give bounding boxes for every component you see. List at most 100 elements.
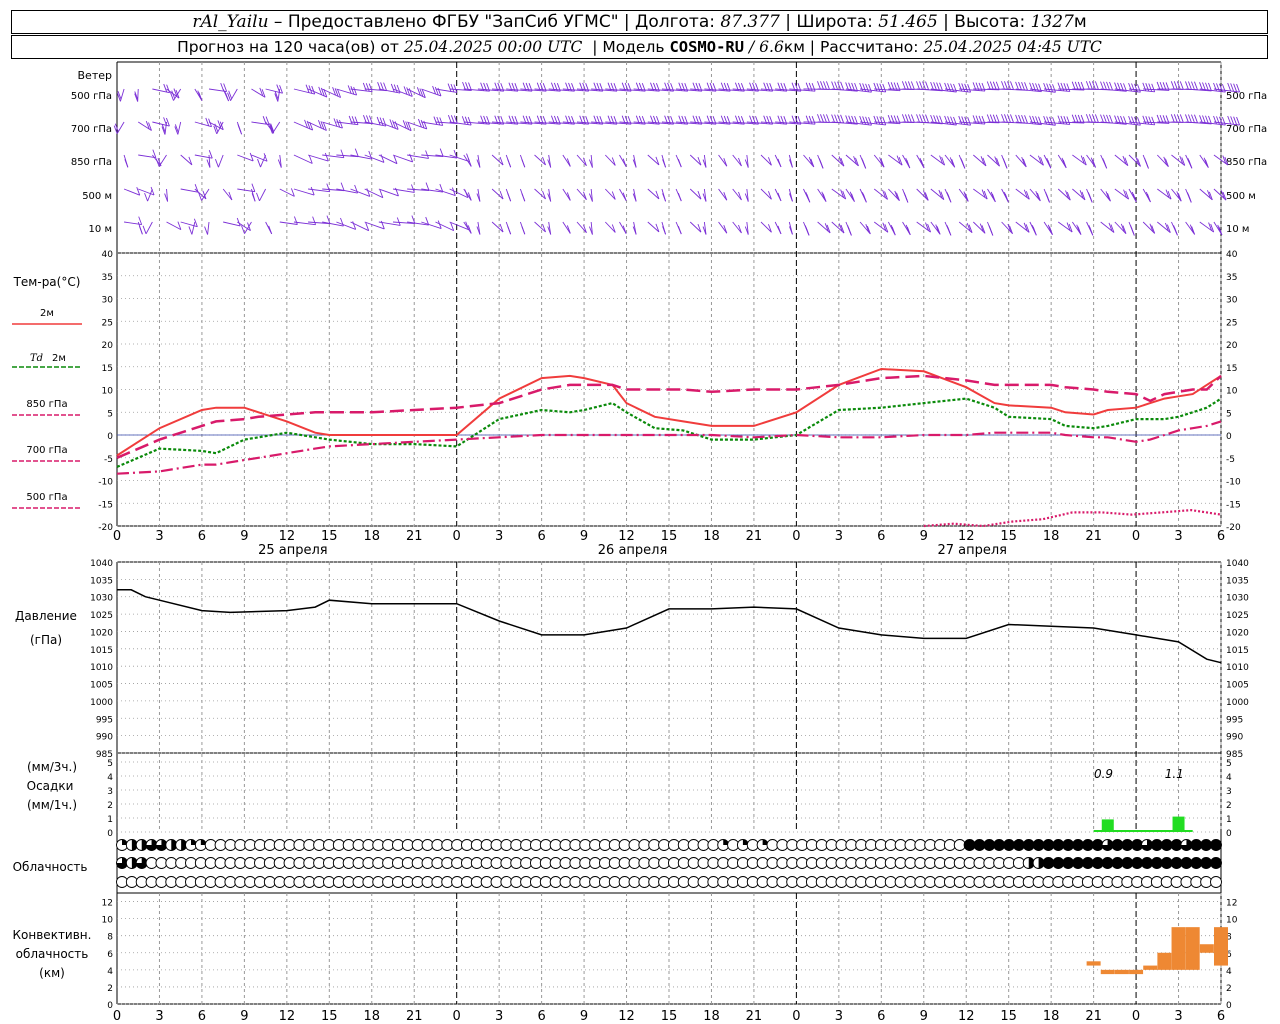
cloud-cover-icon (470, 857, 483, 869)
pressure-y-tick: 995 (96, 715, 113, 725)
cloud-cover-icon (313, 876, 326, 888)
wind-barb-feather (1052, 117, 1056, 126)
cloud-cover-icon (776, 876, 789, 888)
cloud-cover-icon (815, 857, 828, 869)
cloud-cover-icon (480, 857, 493, 869)
wind-barb-shaft (718, 154, 728, 167)
precip-y-tick: 5 (1226, 759, 1232, 769)
cloud-cover-icon (451, 857, 464, 869)
cloud-cover-icon (796, 876, 809, 888)
wind-barb-feather (1001, 81, 1005, 90)
cloud-cover-icon (963, 876, 976, 888)
wind-barb-feather (879, 83, 884, 92)
cloud-cover-icon (332, 839, 345, 851)
cloud-cover-icon (658, 857, 671, 869)
temp-y-tick: 10 (1226, 387, 1238, 397)
wind-barb-feather (868, 117, 872, 126)
wind-barb-shaft (230, 88, 238, 101)
temp-y-tick: 20 (102, 341, 114, 351)
wind-barb-feather (876, 83, 881, 92)
cloud-cover-icon (480, 839, 493, 851)
wind-barb-shaft (194, 121, 212, 128)
wind-barb-feather (1213, 82, 1217, 92)
cloud-cover-icon (372, 876, 385, 888)
x-tick-label: 0 (113, 529, 121, 544)
cloud-cover-icon (224, 857, 237, 869)
x-tick-label: 6 (537, 529, 545, 544)
cloud-cover-icon (490, 876, 503, 888)
wind-barb-feather (1179, 114, 1184, 123)
wind-barb-feather (901, 81, 906, 90)
wind-barb-feather (861, 158, 866, 167)
wind-barb-feather (916, 114, 920, 123)
cloud-cover-icon (214, 876, 227, 888)
wind-barb-feather (1066, 83, 1071, 92)
wind-barb-feather (840, 81, 845, 90)
x-tick-label: 12 (958, 529, 975, 544)
wind-barb-feather (354, 148, 359, 157)
wind-barb-feather (1004, 114, 1008, 123)
cloud-cover-icon (874, 857, 887, 869)
cloud-cover-icon (116, 876, 128, 888)
wind-barb-feather (1046, 83, 1051, 92)
wind-barb-feather (1216, 83, 1220, 92)
wind-barb-feather (144, 192, 149, 202)
cloud-cover-icon (835, 857, 848, 869)
x-tick-label: 6 (1217, 529, 1225, 544)
x-tick-label: 3 (835, 529, 843, 544)
wind-barb-feather (1007, 114, 1011, 123)
cloud-cover-icon (421, 876, 434, 888)
wind-barb-feather (777, 158, 782, 168)
temp-y-tick: -15 (98, 500, 113, 510)
wind-barb-feather (925, 81, 929, 90)
cloud-cover-icon (1013, 839, 1025, 851)
x-tick-label: 6 (1217, 1009, 1225, 1024)
wind-barb-feather (1088, 225, 1093, 234)
x-tick-label: 12 (618, 1009, 635, 1024)
cloud-cover-icon (431, 857, 444, 869)
wind-barb-feather (1085, 81, 1090, 90)
cloud-cover-icon (914, 876, 927, 888)
wind-barb-feather (142, 225, 147, 234)
conv-y-tick: 8 (107, 933, 113, 943)
wind-barb-feather (910, 114, 915, 123)
wind-barb-feather (873, 82, 878, 92)
wind-barb-shaft (191, 221, 196, 235)
wind-level-label: 850 гПа (71, 157, 112, 168)
cloud-cover-icon (786, 876, 799, 888)
cloud-cover-icon (313, 857, 326, 869)
cloud-cover-icon (1092, 839, 1104, 851)
pressure-y-tick: 1025 (1226, 611, 1249, 621)
meteogram: 0033669912121515181821210033669912121515… (12, 61, 1267, 1024)
wind-barb-feather (1109, 81, 1113, 91)
wind-barb-feather (1063, 116, 1068, 125)
cloud-cover-icon (401, 839, 414, 851)
cloud-cover-icon (964, 839, 976, 851)
wind-barb-feather (1088, 114, 1093, 123)
wind-barb-feather (805, 192, 810, 201)
cloud-cover-icon (559, 857, 572, 869)
wind-barb-shaft (251, 88, 266, 98)
cloud-cover-icon (204, 876, 217, 888)
conv-y-tick: 12 (102, 899, 113, 909)
cloud-cover-icon (401, 876, 414, 888)
wind-barb-feather (224, 90, 229, 100)
wind-barb-shaft (1171, 188, 1182, 202)
wind-barb-feather (138, 226, 143, 235)
x-tick-label: 0 (792, 1009, 800, 1024)
wind-barb-feather (876, 116, 881, 125)
cloud-cover-icon (667, 876, 680, 888)
wind-barb-feather (1191, 114, 1195, 123)
cloud-cover-icon (1141, 857, 1153, 869)
cloud-cover-icon (165, 857, 178, 869)
cloud-cover-icon (293, 857, 306, 869)
x-tick-label: 18 (703, 529, 720, 544)
cloud-cover-icon (1161, 839, 1173, 851)
cloud-cover-icon (707, 857, 720, 869)
cloud-cover-icon (1062, 876, 1075, 888)
conv-y-tick: 12 (1226, 899, 1237, 909)
cloud-cover-icon (520, 839, 533, 851)
cloud-cover-icon (934, 876, 946, 888)
wind-barb-feather (1087, 192, 1092, 201)
cloud-cover-icon (983, 857, 996, 869)
